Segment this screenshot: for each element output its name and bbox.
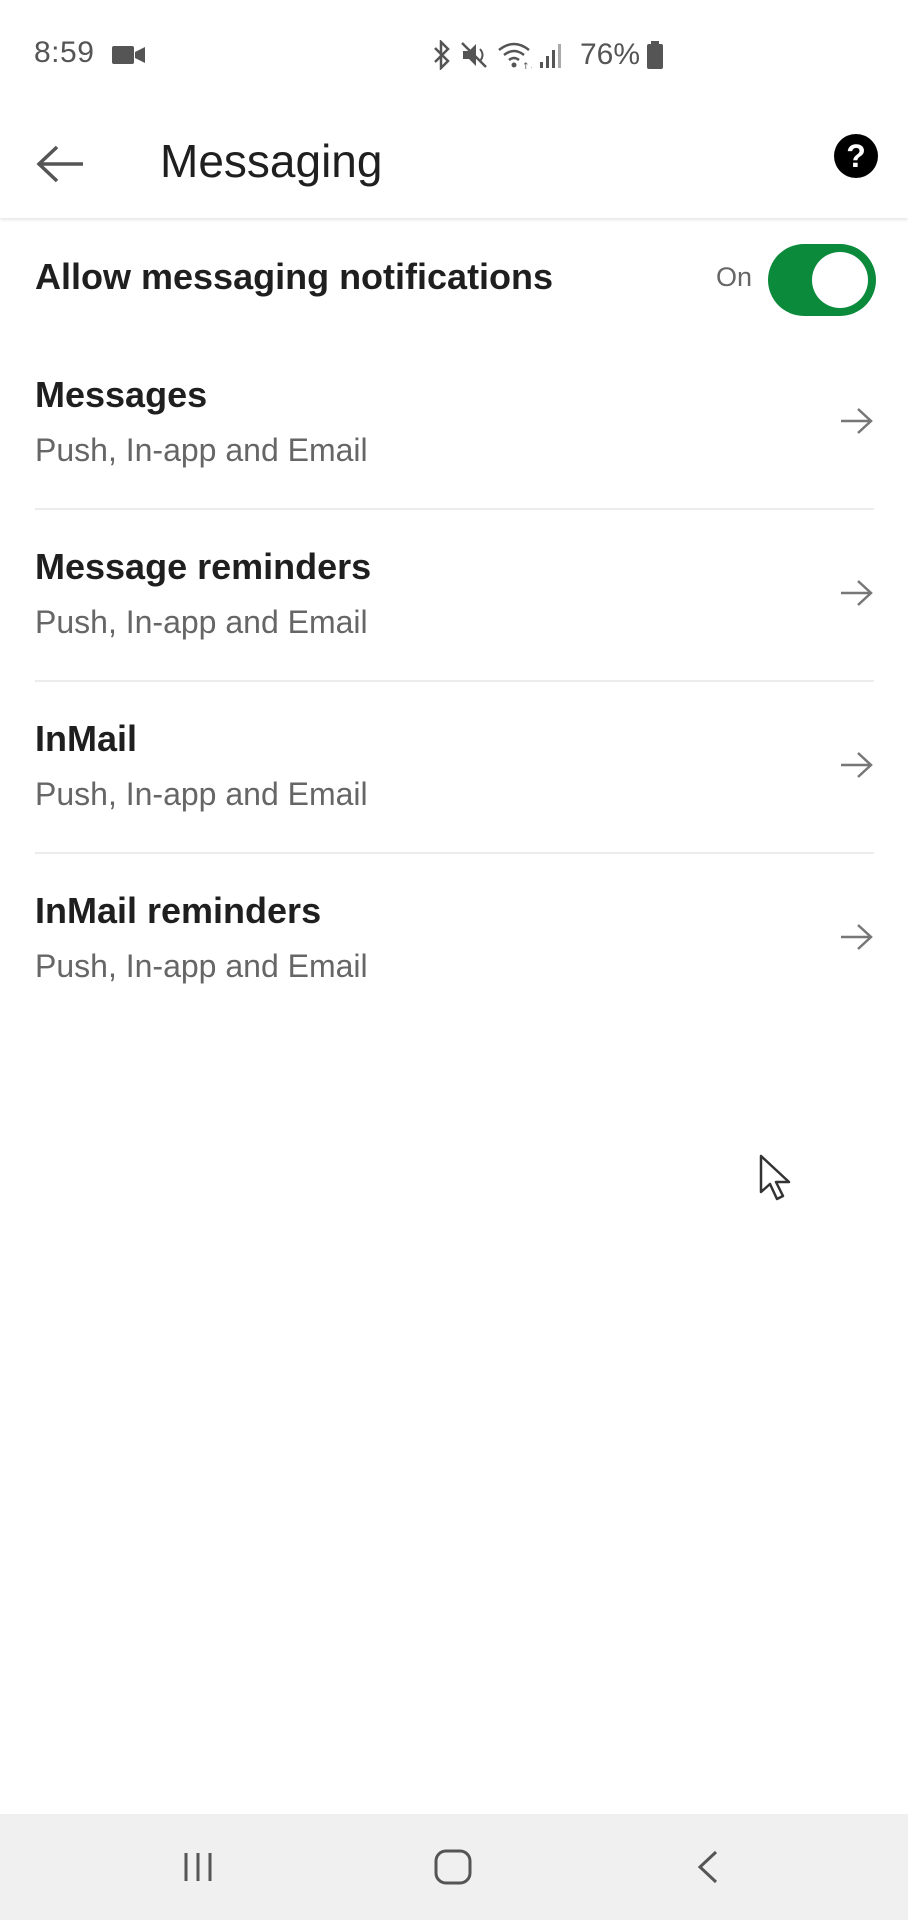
back-button[interactable] <box>30 136 90 192</box>
setting-title: Messages <box>35 374 208 415</box>
status-icons: ↑↓ 76% <box>430 38 664 72</box>
arrow-right-icon <box>841 752 873 778</box>
help-circle-icon: ? <box>846 137 866 174</box>
setting-item-messages[interactable]: Messages Push, In-app and Email <box>35 338 874 510</box>
back-chevron-icon <box>697 1850 718 1884</box>
recent-apps-button[interactable] <box>168 1842 228 1892</box>
settings-content: Allow messaging notifications On Message… <box>0 218 908 1024</box>
setting-title: InMail reminders <box>35 890 322 931</box>
messaging-settings-screen: 8:59 ↑↓ <box>0 0 908 1920</box>
arrow-right-icon <box>841 580 873 606</box>
svg-text:↑↓: ↑↓ <box>522 62 532 70</box>
status-bar: 8:59 ↑↓ <box>0 0 908 110</box>
mute-icon <box>461 42 487 68</box>
setting-title: Message reminders <box>35 546 372 587</box>
setting-title: InMail <box>35 718 138 759</box>
status-time: 8:59 <box>34 36 95 69</box>
recent-apps-icon <box>184 1853 212 1881</box>
home-icon <box>434 1849 472 1885</box>
video-record-icon <box>112 46 145 64</box>
notifications-toggle-switch[interactable] <box>768 244 876 316</box>
setting-item-inmail-reminders[interactable]: InMail reminders Push, In-app and Email <box>35 854 874 1024</box>
arrow-right-icon <box>841 408 873 434</box>
home-button[interactable] <box>423 1842 483 1892</box>
setting-subtitle: Push, In-app and Email <box>35 432 368 468</box>
notifications-toggle-row: Allow messaging notifications On <box>0 218 908 338</box>
app-bar: Messaging <box>0 110 908 218</box>
bluetooth-icon <box>434 40 450 70</box>
help-button[interactable]: ? <box>834 134 878 178</box>
signal-icon <box>540 44 561 68</box>
setting-item-message-reminders[interactable]: Message reminders Push, In-app and Email <box>35 510 874 682</box>
arrow-right-icon <box>841 924 873 950</box>
notifications-toggle-label: Allow messaging notifications <box>35 256 554 297</box>
toggle-state-label: On <box>716 262 753 292</box>
page-title: Messaging <box>160 135 383 187</box>
setting-subtitle: Push, In-app and Email <box>35 948 368 984</box>
setting-item-inmail[interactable]: InMail Push, In-app and Email <box>35 682 874 854</box>
battery-icon <box>647 41 664 69</box>
system-back-button[interactable] <box>678 1842 738 1892</box>
arrow-left-icon <box>36 145 83 183</box>
setting-subtitle: Push, In-app and Email <box>35 604 368 640</box>
battery-percent: 76% <box>580 38 641 71</box>
toggle-knob <box>812 252 868 308</box>
wifi-icon: ↑↓ <box>498 42 532 70</box>
system-nav-bar <box>0 1814 908 1920</box>
mouse-pointer-icon <box>759 1154 791 1201</box>
setting-subtitle: Push, In-app and Email <box>35 776 368 812</box>
